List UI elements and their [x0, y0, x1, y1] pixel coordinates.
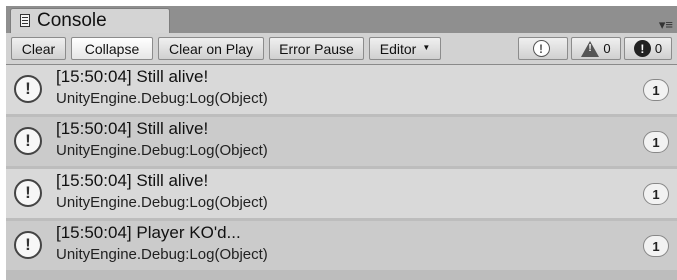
log-trace: UnityEngine.Debug:Log(Object) [56, 90, 268, 107]
log-message: [15:50:04] Still alive! [56, 171, 208, 191]
warning-count: 0 [603, 41, 611, 56]
tab-menu-icon[interactable]: ▾≡ [659, 18, 673, 31]
log-message: [15:50:04] Still alive! [56, 119, 208, 139]
chevron-down-icon: ▼ [422, 43, 431, 52]
log-count-badge: 1 [643, 131, 669, 153]
toggle-warning-button[interactable]: 0 [571, 37, 621, 60]
console-icon [20, 14, 30, 27]
log-text: Player KO'd... [136, 223, 241, 242]
log-trace: UnityEngine.Debug:Log(Object) [56, 246, 268, 263]
info-icon: ! [14, 179, 42, 207]
tab-console[interactable]: Console [10, 8, 170, 33]
log-text: Still alive! [136, 67, 209, 86]
log-trace: UnityEngine.Debug:Log(Object) [56, 142, 268, 159]
tab-bar: Console ▾≡ [6, 6, 677, 33]
toggle-error-button[interactable]: ! 0 [624, 37, 672, 60]
log-message: [15:50:04] Player KO'd... [56, 223, 241, 243]
toggle-info-button[interactable]: ! [518, 37, 568, 60]
log-list: ! [15:50:04] Still alive! UnityEngine.De… [6, 65, 677, 280]
clear-on-play-button[interactable]: Clear on Play [158, 37, 264, 60]
clear-button[interactable]: Clear [11, 37, 66, 60]
info-icon: ! [14, 75, 42, 103]
collapse-button[interactable]: Collapse [71, 37, 153, 60]
error-pause-button[interactable]: Error Pause [269, 37, 364, 60]
log-time: [15:50:04] [56, 223, 132, 242]
info-icon: ! [14, 231, 42, 259]
editor-dropdown[interactable]: Editor ▼ [369, 37, 441, 60]
info-icon: ! [14, 127, 42, 155]
log-entry[interactable]: ! [15:50:04] Still alive! UnityEngine.De… [6, 117, 677, 166]
log-message: [15:50:04] Still alive! [56, 67, 208, 87]
error-icon: ! [633, 40, 651, 57]
log-time: [15:50:04] [56, 171, 132, 190]
console-toolbar: Clear Collapse Clear on Play Error Pause… [6, 33, 677, 65]
info-icon: ! [532, 40, 550, 57]
log-trace: UnityEngine.Debug:Log(Object) [56, 194, 268, 211]
editor-dropdown-label: Editor [379, 40, 417, 57]
tab-label: Console [37, 10, 107, 31]
log-entry[interactable]: ! [15:50:04] Still alive! UnityEngine.De… [6, 65, 677, 114]
log-count-badge: 1 [643, 183, 669, 205]
log-entry[interactable]: ! [15:50:04] Player KO'd... UnityEngine.… [6, 221, 677, 270]
log-count-badge: 1 [643, 235, 669, 257]
log-time: [15:50:04] [56, 119, 132, 138]
error-count: 0 [654, 41, 663, 56]
warning-icon [581, 40, 600, 57]
log-text: Still alive! [136, 171, 209, 190]
console-window: Console ▾≡ Clear Collapse Clear on Play … [6, 6, 677, 280]
log-time: [15:50:04] [56, 67, 132, 86]
log-entry[interactable]: ! [15:50:04] Still alive! UnityEngine.De… [6, 169, 677, 218]
log-text: Still alive! [136, 119, 209, 138]
log-count-badge: 1 [643, 79, 669, 101]
